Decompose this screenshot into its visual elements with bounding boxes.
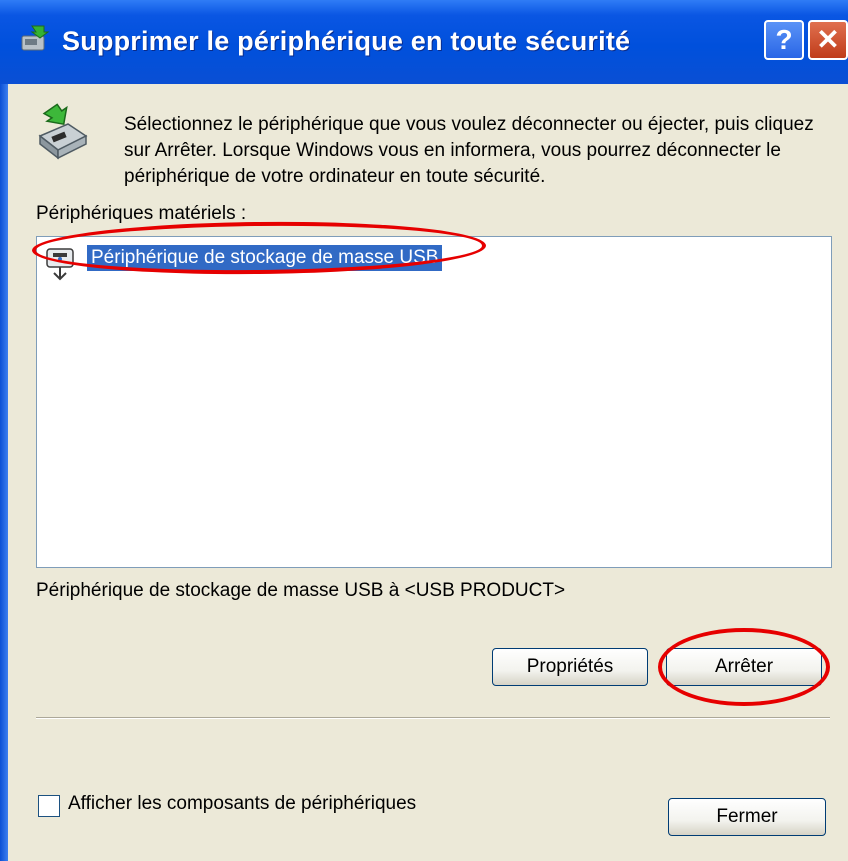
annotation-ellipse-stop-button bbox=[658, 628, 830, 706]
show-components-checkbox[interactable] bbox=[38, 795, 60, 817]
hardware-devices-list[interactable]: Périphérique de stockage de masse USB bbox=[36, 236, 832, 568]
help-button[interactable]: ? bbox=[764, 20, 804, 60]
separator-line bbox=[36, 717, 830, 719]
close-button[interactable]: Fermer bbox=[668, 798, 826, 836]
close-window-button[interactable]: ✕ bbox=[808, 20, 848, 60]
show-components-label[interactable]: Afficher les composants de périphériques bbox=[68, 793, 416, 815]
selected-device-description: Périphérique de stockage de masse USB à … bbox=[36, 580, 566, 601]
safely-remove-hardware-large-icon bbox=[38, 103, 88, 160]
window-title: Supprimer le périphérique en toute sécur… bbox=[62, 26, 631, 56]
hardware-devices-label: Périphériques matériels : bbox=[36, 203, 247, 224]
safely-remove-hardware-icon bbox=[21, 25, 50, 51]
window-frame bbox=[0, 84, 8, 861]
properties-button[interactable]: Propriétés bbox=[492, 648, 648, 686]
instructions-text: Sélectionnez le périphérique que vous vo… bbox=[124, 114, 814, 187]
title-bar[interactable]: Supprimer le périphérique en toute sécur… bbox=[0, 0, 848, 84]
